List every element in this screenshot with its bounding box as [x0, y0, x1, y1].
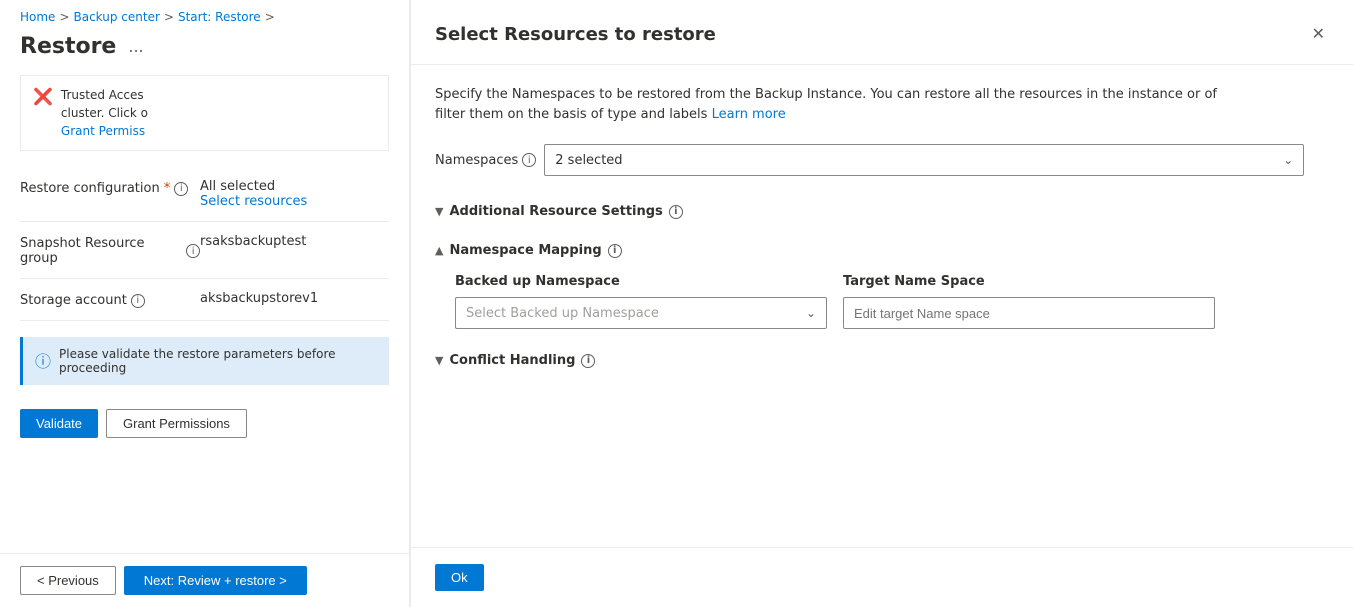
- required-indicator: *: [164, 181, 171, 196]
- conflict-handling-label: Conflict Handling: [449, 353, 575, 368]
- select-resources-link[interactable]: Select resources: [200, 194, 389, 209]
- left-panel: Home > Backup center > Start: Restore > …: [0, 0, 410, 607]
- backed-up-namespace-placeholder: Select Backed up Namespace: [466, 306, 659, 321]
- modal-footer: Ok: [411, 547, 1353, 607]
- chevron-right-icon: ▼: [435, 205, 443, 218]
- ellipsis-button[interactable]: ...: [124, 35, 147, 58]
- restore-config-value: All selected Select resources: [200, 179, 389, 209]
- info-banner-text: Please validate the restore parameters b…: [59, 347, 377, 375]
- additional-resource-settings-header[interactable]: ▼ Additional Resource Settings i: [435, 196, 1329, 227]
- storage-account-label: Storage account i: [20, 291, 200, 308]
- form-section: Restore configuration * i All selected S…: [0, 167, 409, 321]
- breadcrumb-home[interactable]: Home: [20, 10, 55, 24]
- breadcrumb: Home > Backup center > Start: Restore >: [0, 0, 409, 30]
- previous-button[interactable]: < Previous: [20, 566, 116, 595]
- storage-account-value: aksbackupstorev1: [200, 291, 389, 306]
- backed-up-namespace-column: Backed up Namespace Select Backed up Nam…: [455, 274, 827, 329]
- namespaces-field-row: Namespaces i 2 selected ⌄: [435, 144, 1329, 176]
- close-button[interactable]: ✕: [1308, 20, 1329, 48]
- validate-button[interactable]: Validate: [20, 409, 98, 438]
- namespace-mapping-section: ▲ Namespace Mapping i Backed up Namespac…: [435, 235, 1329, 337]
- conflict-chevron-right-icon: ▼: [435, 354, 443, 367]
- modal-body: Specify the Namespaces to be restored fr…: [411, 65, 1353, 547]
- page-title: Restore: [20, 34, 116, 59]
- info-banner: ⓘ Please validate the restore parameters…: [20, 337, 389, 385]
- storage-account-row: Storage account i aksbackupstorev1: [20, 279, 389, 321]
- modal-title: Select Resources to restore: [435, 24, 716, 45]
- namespace-mapping-content: Backed up Namespace Select Backed up Nam…: [435, 266, 1329, 337]
- snapshot-rg-label: Snapshot Resource group i: [20, 234, 200, 266]
- ok-button[interactable]: Ok: [435, 564, 484, 591]
- bottom-nav: < Previous Next: Review + restore >: [0, 553, 409, 607]
- restore-config-row: Restore configuration * i All selected S…: [20, 167, 389, 222]
- chevron-up-icon: ▲: [435, 244, 443, 257]
- grant-permissions-link[interactable]: Grant Permiss: [61, 124, 145, 138]
- backed-up-namespace-dropdown[interactable]: Select Backed up Namespace ⌄: [455, 297, 827, 329]
- storage-account-info-icon[interactable]: i: [131, 294, 145, 308]
- snapshot-rg-info-icon[interactable]: i: [186, 244, 200, 258]
- namespace-mapping-header[interactable]: ▲ Namespace Mapping i: [435, 235, 1329, 266]
- namespaces-value: 2 selected: [555, 153, 622, 168]
- additional-resource-settings-section: ▼ Additional Resource Settings i: [435, 196, 1329, 227]
- grant-permissions-button[interactable]: Grant Permissions: [106, 409, 247, 438]
- breadcrumb-backup-center[interactable]: Backup center: [74, 10, 160, 24]
- conflict-handling-section: ▼ Conflict Handling i: [435, 345, 1329, 376]
- namespaces-dropdown[interactable]: 2 selected ⌄: [544, 144, 1304, 176]
- next-button[interactable]: Next: Review + restore >: [124, 566, 307, 595]
- page-title-row: Restore ...: [0, 30, 409, 75]
- namespace-mapping-grid: Backed up Namespace Select Backed up Nam…: [455, 274, 1215, 329]
- namespaces-info-icon[interactable]: i: [522, 153, 536, 167]
- modal-description: Specify the Namespaces to be restored fr…: [435, 85, 1235, 124]
- namespaces-label: Namespaces i: [435, 153, 536, 168]
- snapshot-rg-row: Snapshot Resource group i rsaksbackuptes…: [20, 222, 389, 279]
- namespaces-dropdown-arrow: ⌄: [1283, 153, 1293, 167]
- breadcrumb-start-restore[interactable]: Start: Restore: [178, 10, 261, 24]
- namespace-mapping-info-icon[interactable]: i: [608, 244, 622, 258]
- right-panel: Select Resources to restore ✕ Specify th…: [410, 0, 1353, 607]
- restore-config-label: Restore configuration * i: [20, 179, 200, 196]
- breadcrumb-sep3: >: [265, 10, 275, 24]
- target-namespace-col-label: Target Name Space: [843, 274, 1215, 289]
- restore-config-info-icon[interactable]: i: [174, 182, 188, 196]
- warning-box: ❌ Trusted Accescluster. Click o Grant Pe…: [20, 75, 389, 151]
- info-banner-icon: ⓘ: [35, 348, 51, 372]
- backed-up-namespace-col-label: Backed up Namespace: [455, 274, 827, 289]
- conflict-handling-info-icon[interactable]: i: [581, 354, 595, 368]
- target-namespace-input[interactable]: [843, 297, 1215, 329]
- snapshot-rg-value: rsaksbackuptest: [200, 234, 389, 249]
- additional-resource-settings-label: Additional Resource Settings: [449, 204, 662, 219]
- target-namespace-column: Target Name Space: [843, 274, 1215, 329]
- modal-header: Select Resources to restore ✕: [411, 0, 1353, 65]
- additional-resource-info-icon[interactable]: i: [669, 205, 683, 219]
- warning-icon: ❌: [33, 87, 53, 106]
- learn-more-link[interactable]: Learn more: [712, 107, 786, 122]
- conflict-handling-header[interactable]: ▼ Conflict Handling i: [435, 345, 1329, 376]
- breadcrumb-sep1: >: [59, 10, 69, 24]
- warning-text: Trusted Accescluster. Click o Grant Perm…: [61, 86, 148, 140]
- namespace-mapping-label: Namespace Mapping: [449, 243, 601, 258]
- backed-up-namespace-arrow: ⌄: [806, 306, 816, 320]
- breadcrumb-sep2: >: [164, 10, 174, 24]
- action-buttons-row: Validate Grant Permissions: [0, 401, 409, 454]
